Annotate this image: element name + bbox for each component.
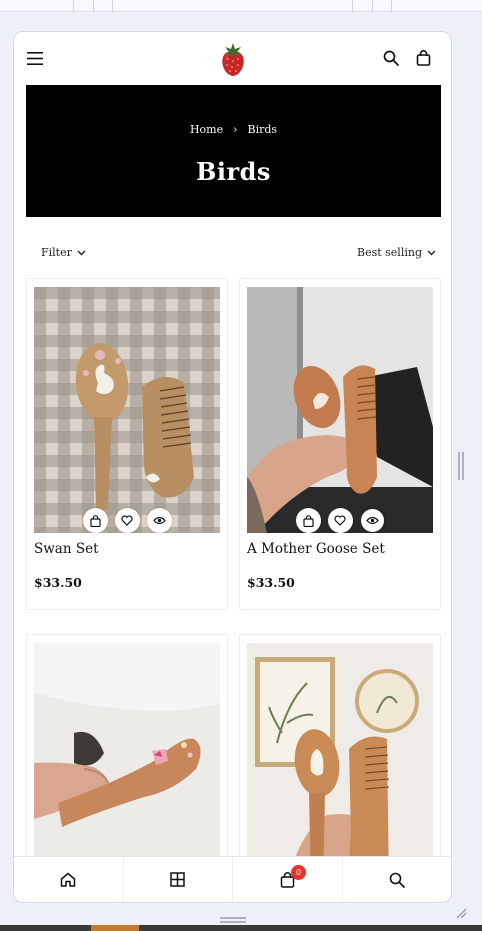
taskbar-accent xyxy=(91,925,139,931)
shopping-bag-icon xyxy=(302,514,314,527)
breadcrumb: Home › Birds xyxy=(26,123,441,136)
search-icon xyxy=(389,872,405,888)
shopping-bag-icon xyxy=(89,514,101,527)
browser-toolbar-strip xyxy=(0,0,482,12)
add-to-cart-button[interactable] xyxy=(82,508,108,533)
resize-corner-handle[interactable] xyxy=(455,904,467,923)
product-card[interactable]: Swan Set $33.50 xyxy=(26,278,228,610)
breadcrumb-home-link[interactable]: Home xyxy=(190,123,223,136)
heart-icon xyxy=(121,515,133,526)
grid-icon xyxy=(170,872,185,887)
nav-search-button[interactable] xyxy=(343,857,452,902)
collection-toolbar: Filter Best selling xyxy=(26,240,441,268)
filter-label: Filter xyxy=(41,246,72,259)
mobile-viewport: Home › Birds Birds Filter Best selling S… xyxy=(13,31,452,903)
page-title: Birds xyxy=(196,157,271,186)
wishlist-button[interactable] xyxy=(327,508,353,533)
quick-view-button[interactable] xyxy=(359,508,385,533)
nav-home-button[interactable] xyxy=(14,857,124,902)
breadcrumb-current: Birds xyxy=(247,123,278,136)
chevron-down-icon xyxy=(427,250,436,255)
product-image[interactable] xyxy=(247,287,433,533)
home-icon xyxy=(61,872,76,887)
quick-view-button[interactable] xyxy=(146,508,172,533)
collection-hero: Home › Birds Birds xyxy=(26,85,441,217)
resize-bottom-handle[interactable] xyxy=(220,908,246,923)
product-price: $33.50 xyxy=(34,575,82,590)
product-title[interactable]: Swan Set xyxy=(34,541,99,557)
nav-collections-button[interactable] xyxy=(124,857,233,902)
quick-actions xyxy=(34,508,220,533)
shopping-bag-icon xyxy=(416,50,430,66)
store-logo[interactable] xyxy=(219,39,247,77)
chevron-down-icon xyxy=(77,250,86,255)
product-image[interactable] xyxy=(34,287,220,533)
sort-select[interactable]: Best selling xyxy=(357,246,436,259)
cart-count-badge: 0 xyxy=(291,865,306,880)
product-title[interactable]: A Mother Goose Set xyxy=(247,541,385,557)
nav-cart-button[interactable]: 0 xyxy=(233,857,343,902)
cart-button[interactable] xyxy=(411,46,435,70)
wishlist-button[interactable] xyxy=(114,508,140,533)
os-taskbar-strip xyxy=(0,925,482,931)
strawberry-icon xyxy=(222,43,244,76)
product-card[interactable]: A Mother Goose Set $33.50 xyxy=(239,278,441,610)
product-image[interactable] xyxy=(34,643,220,889)
search-icon xyxy=(383,50,399,66)
quick-actions xyxy=(247,508,433,533)
eye-icon xyxy=(152,516,166,525)
hamburger-icon xyxy=(27,51,43,65)
mobile-bottom-nav: 0 xyxy=(14,856,451,902)
sort-label: Best selling xyxy=(357,246,422,259)
product-price: $33.50 xyxy=(247,575,295,590)
menu-button[interactable] xyxy=(23,46,47,70)
heart-icon xyxy=(334,515,346,526)
add-to-cart-button[interactable] xyxy=(295,508,321,533)
product-image[interactable] xyxy=(247,643,433,889)
filter-button[interactable]: Filter xyxy=(41,246,86,259)
search-button[interactable] xyxy=(379,46,403,70)
chevron-right-icon: › xyxy=(233,123,238,136)
site-header xyxy=(14,32,451,84)
resize-side-handle[interactable] xyxy=(457,452,465,484)
eye-icon xyxy=(365,516,379,525)
